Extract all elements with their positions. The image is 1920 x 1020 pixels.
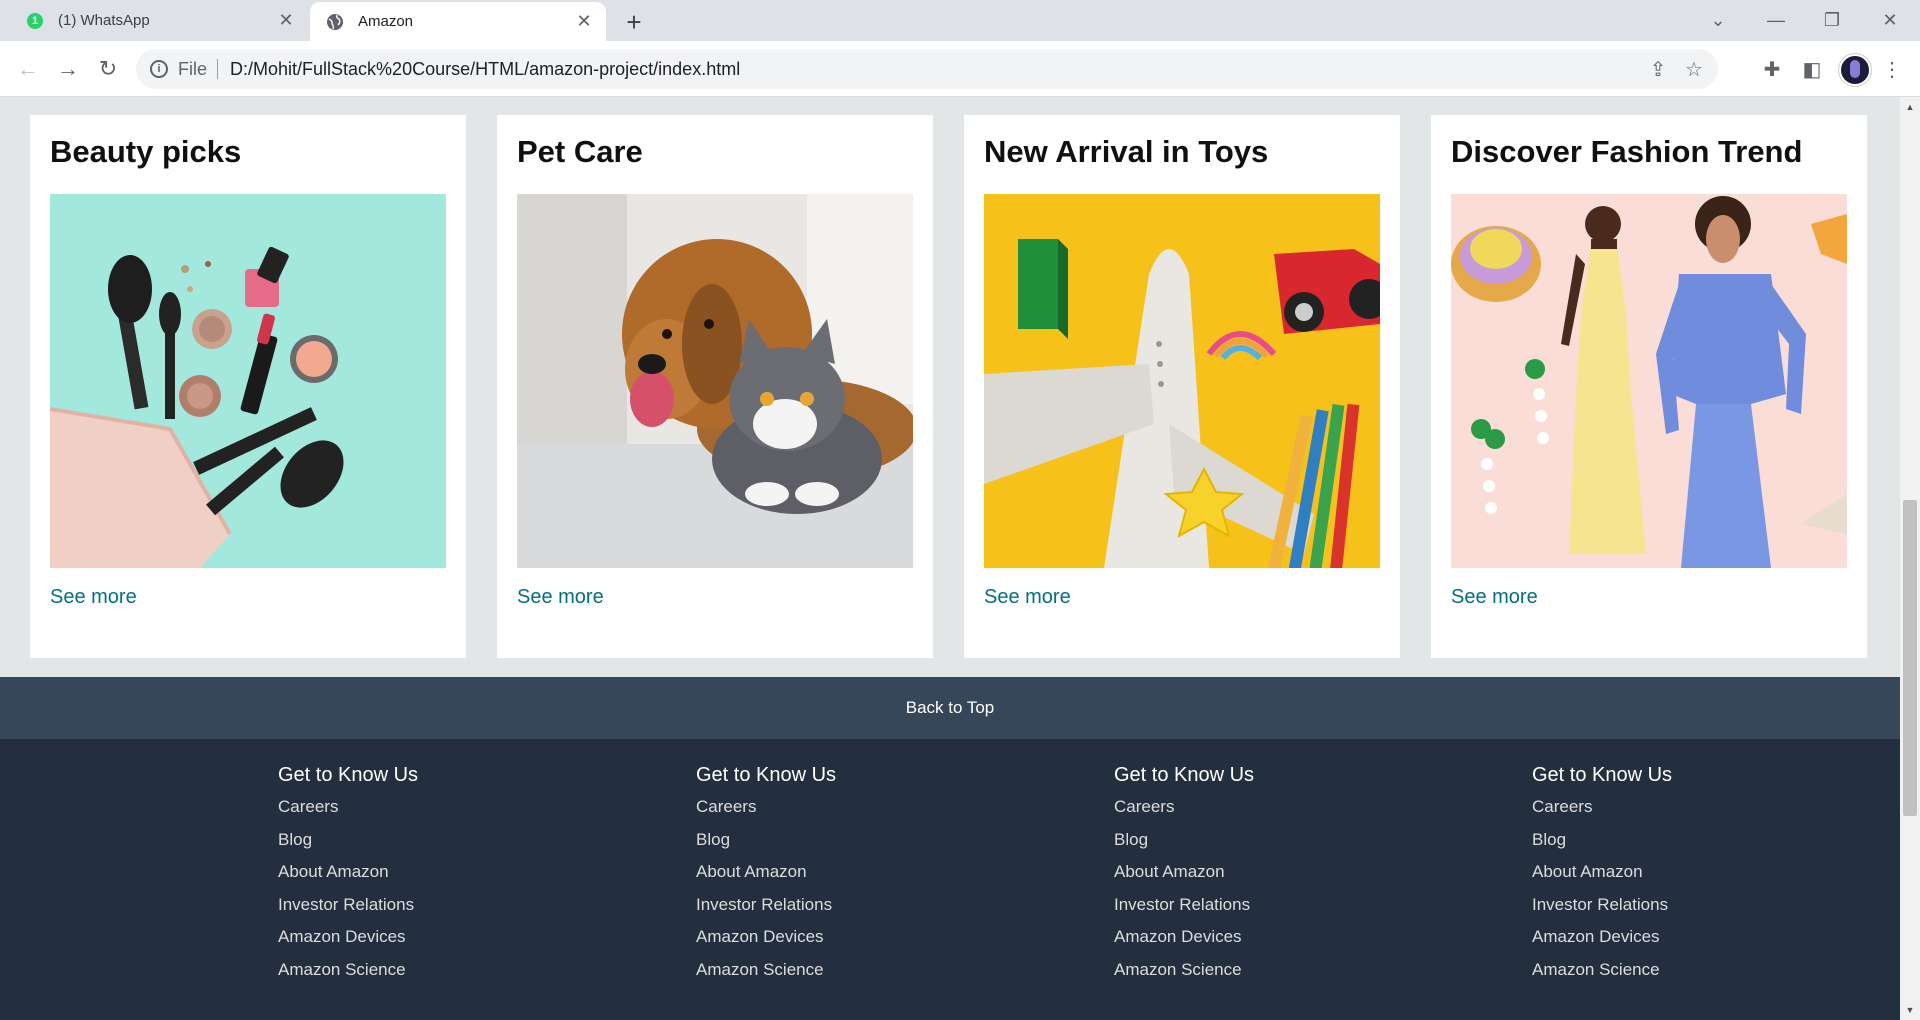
tab-amazon[interactable]: Amazon ✕ — [310, 2, 606, 41]
see-more-link[interactable]: See more — [984, 586, 1071, 609]
info-icon[interactable]: i — [150, 60, 168, 78]
footer-link-about[interactable]: About Amazon — [696, 861, 836, 894]
footer-link-devices[interactable]: Amazon Devices — [1114, 926, 1254, 959]
globe-icon — [326, 13, 344, 31]
card-title: Beauty picks — [50, 134, 242, 169]
see-more-link[interactable]: See more — [517, 586, 604, 609]
scrollbar-thumb[interactable] — [1903, 500, 1917, 816]
menu-icon[interactable]: ⋮ — [1876, 53, 1908, 85]
footer: Get to Know Us Careers Blog About Amazon… — [0, 739, 1900, 1020]
bookmark-star-icon[interactable]: ☆ — [1676, 51, 1712, 87]
new-tab-button[interactable]: + — [620, 7, 648, 37]
close-tab-icon[interactable]: ✕ — [276, 10, 296, 31]
footer-link-devices[interactable]: Amazon Devices — [696, 926, 836, 959]
see-more-link[interactable]: See more — [50, 586, 137, 609]
footer-column: Get to Know Us Careers Blog About Amazon… — [696, 764, 836, 991]
whatsapp-icon: 1 — [26, 12, 44, 30]
restore-button[interactable]: ❐ — [1804, 0, 1860, 41]
footer-link-science[interactable]: Amazon Science — [1114, 959, 1254, 992]
card-title: Pet Care — [517, 134, 643, 169]
side-panel-icon[interactable]: ◧ — [1796, 53, 1828, 85]
tab-title: (1) WhatsApp — [58, 12, 150, 29]
close-tab-icon[interactable]: ✕ — [574, 11, 594, 32]
footer-link-careers[interactable]: Careers — [278, 796, 418, 829]
scroll-up-arrow[interactable]: ▲ — [1900, 99, 1920, 115]
footer-link-about[interactable]: About Amazon — [278, 861, 418, 894]
scroll-down-arrow[interactable]: ▼ — [1900, 1002, 1920, 1018]
footer-heading: Get to Know Us — [1114, 764, 1255, 786]
footer-heading: Get to Know Us — [696, 764, 837, 786]
profile-avatar[interactable] — [1839, 54, 1871, 86]
footer-heading: Get to Know Us — [278, 764, 419, 786]
minimize-button[interactable]: — — [1748, 0, 1804, 41]
address-bar[interactable]: i File D:/Mohit/FullStack%20Course/HTML/… — [136, 49, 1718, 89]
footer-column: Get to Know Us Careers Blog About Amazon… — [1532, 764, 1672, 991]
footer-link-blog[interactable]: Blog — [696, 829, 836, 862]
footer-link-careers[interactable]: Careers — [696, 796, 836, 829]
card-toys: New Arrival in Toys See more — [964, 115, 1400, 658]
card-pet-care: Pet Care See more — [497, 115, 933, 658]
close-window-button[interactable]: ✕ — [1862, 0, 1918, 41]
footer-link-investor[interactable]: Investor Relations — [1532, 894, 1672, 927]
card-title: Discover Fashion Trend — [1451, 134, 1803, 169]
tab-whatsapp[interactable]: 1 (1) WhatsApp ✕ — [8, 0, 308, 41]
footer-link-science[interactable]: Amazon Science — [278, 959, 418, 992]
footer-heading: Get to Know Us — [1532, 764, 1673, 786]
tab-strip: 1 (1) WhatsApp ✕ Amazon ✕ + ⌄ — ❐ ✕ — [0, 0, 1920, 41]
fashion-image[interactable] — [1451, 194, 1847, 568]
browser-toolbar: ← → ↻ i File D:/Mohit/FullStack%20Course… — [0, 41, 1920, 97]
footer-link-investor[interactable]: Investor Relations — [696, 894, 836, 927]
back-to-top-button[interactable]: Back to Top — [0, 677, 1900, 739]
footer-link-blog[interactable]: Blog — [278, 829, 418, 862]
see-more-link[interactable]: See more — [1451, 586, 1538, 609]
back-to-top-label: Back to Top — [905, 698, 995, 717]
footer-link-blog[interactable]: Blog — [1114, 829, 1254, 862]
footer-link-careers[interactable]: Careers — [1114, 796, 1254, 829]
footer-link-about[interactable]: About Amazon — [1114, 861, 1254, 894]
beauty-image[interactable] — [50, 194, 446, 568]
toys-image[interactable] — [984, 194, 1380, 568]
share-icon[interactable]: ⇪ — [1640, 51, 1676, 87]
page-content: Beauty picks See more Pet Care See more … — [0, 97, 1900, 1020]
reload-button[interactable]: ↻ — [92, 53, 124, 85]
footer-link-investor[interactable]: Investor Relations — [278, 894, 418, 927]
extensions-icon[interactable]: ✚ — [1756, 53, 1788, 85]
card-fashion: Discover Fashion Trend See more — [1431, 115, 1867, 658]
url-text[interactable]: D:/Mohit/FullStack%20Course/HTML/amazon-… — [230, 59, 1640, 80]
footer-link-devices[interactable]: Amazon Devices — [278, 926, 418, 959]
tab-search-icon[interactable]: ⌄ — [1690, 0, 1746, 41]
footer-link-science[interactable]: Amazon Science — [1532, 959, 1672, 992]
footer-column: Get to Know Us Careers Blog About Amazon… — [278, 764, 418, 991]
pet-care-image[interactable] — [517, 194, 913, 568]
tab-title: Amazon — [358, 13, 414, 30]
footer-link-devices[interactable]: Amazon Devices — [1532, 926, 1672, 959]
back-button[interactable]: ← — [12, 53, 44, 85]
scheme-label: File — [178, 58, 208, 79]
footer-link-investor[interactable]: Investor Relations — [1114, 894, 1254, 927]
divider — [217, 59, 219, 79]
card-beauty: Beauty picks See more — [30, 115, 466, 658]
card-title: New Arrival in Toys — [984, 134, 1269, 169]
footer-link-blog[interactable]: Blog — [1532, 829, 1672, 862]
forward-button[interactable]: → — [52, 53, 84, 85]
footer-link-careers[interactable]: Careers — [1532, 796, 1672, 829]
footer-link-about[interactable]: About Amazon — [1532, 861, 1672, 894]
footer-link-science[interactable]: Amazon Science — [696, 959, 836, 992]
footer-column: Get to Know Us Careers Blog About Amazon… — [1114, 764, 1254, 991]
